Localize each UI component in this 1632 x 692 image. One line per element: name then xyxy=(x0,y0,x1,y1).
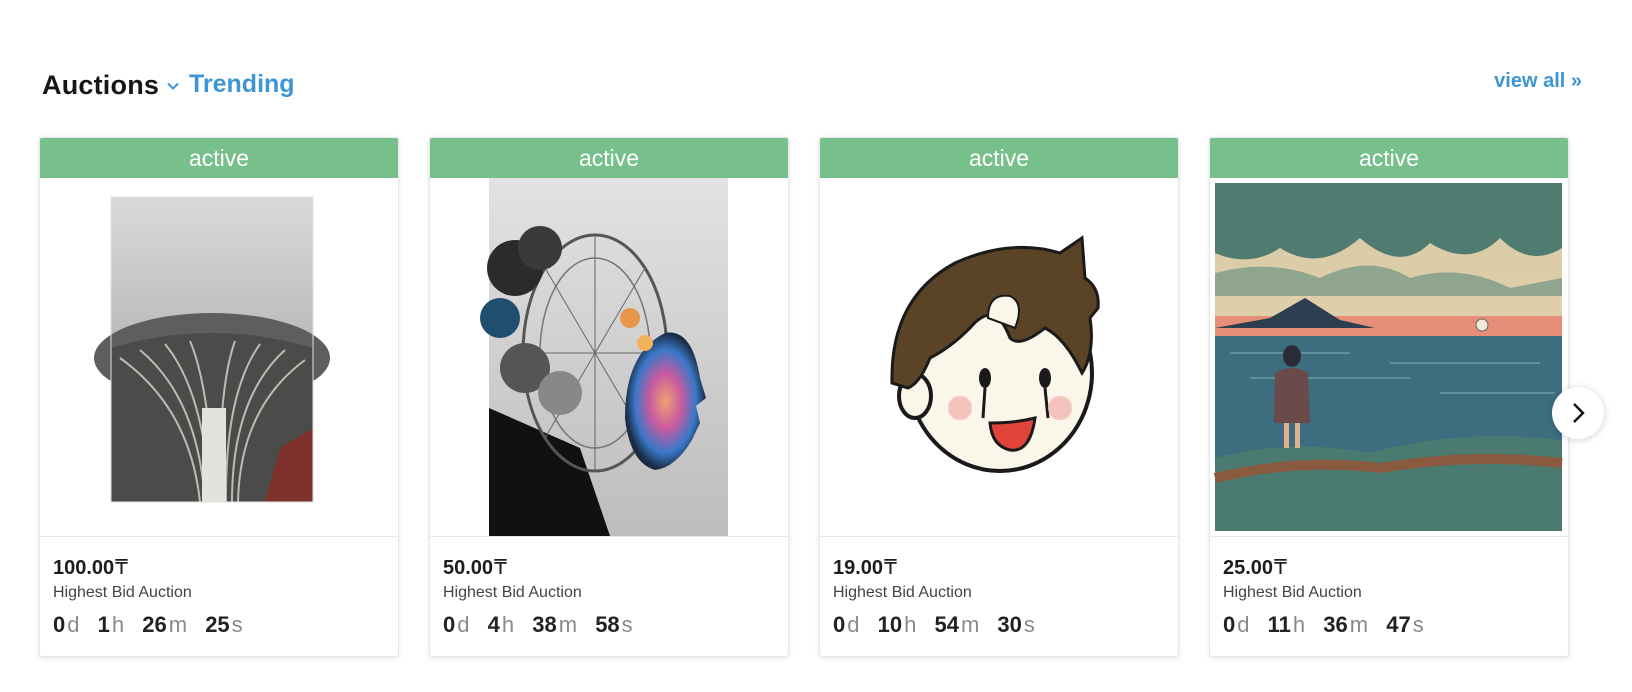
timer-seconds: 25 xyxy=(205,612,230,637)
timer-minutes: 36 xyxy=(1323,612,1348,637)
countdown-timer: 0d 4h 38m 58s xyxy=(443,612,775,638)
timer-hours: 11 xyxy=(1267,612,1291,637)
auctions-header: Auctions Trending view all » xyxy=(42,70,1582,110)
auction-type: Highest Bid Auction xyxy=(53,584,192,601)
status-badge: active xyxy=(1210,138,1568,178)
timer-minutes: 54 xyxy=(934,612,959,637)
card-info: 25.00₸ Highest Bid Auction 0d 11h 36m 47… xyxy=(1210,537,1568,638)
unit-days: d xyxy=(1237,612,1250,637)
status-badge: active xyxy=(40,138,398,178)
auction-type: Highest Bid Auction xyxy=(443,584,582,601)
unit-hours: h xyxy=(904,612,917,637)
timer-days: 0 xyxy=(1223,612,1236,637)
view-all-link[interactable]: view all » xyxy=(1494,70,1582,93)
unit-days: d xyxy=(457,612,470,637)
price: 100.00₸ xyxy=(53,555,385,580)
unit-seconds: s xyxy=(621,612,633,637)
section-title: Auctions xyxy=(42,70,160,100)
unit-days: d xyxy=(847,612,860,637)
timer-minutes: 38 xyxy=(532,612,557,637)
price-value: 25.00 xyxy=(1223,557,1274,579)
auction-carousel: active 100.00₸ Highest Bid Auction 0d 1h… xyxy=(39,137,1579,657)
timer-minutes: 26 xyxy=(142,612,167,637)
countdown-timer: 0d 10h 54m 30s xyxy=(833,612,1165,638)
unit-minutes: m xyxy=(168,612,188,637)
currency-symbol: ₸ xyxy=(115,557,128,579)
price: 50.00₸ xyxy=(443,555,775,580)
timer-days: 0 xyxy=(443,612,456,637)
timer-days: 0 xyxy=(53,612,66,637)
countdown-timer: 0d 1h 26m 25s xyxy=(53,612,385,638)
unit-hours: h xyxy=(1292,612,1306,637)
unit-minutes: m xyxy=(558,612,578,637)
artwork-image[interactable] xyxy=(1210,178,1568,537)
unit-seconds: s xyxy=(231,612,243,637)
trending-filter-label: Trending xyxy=(189,70,295,98)
artwork-image[interactable] xyxy=(430,178,788,537)
timer-hours: 1 xyxy=(97,612,110,637)
spiral-terraces-image xyxy=(40,178,398,536)
card-info: 50.00₸ Highest Bid Auction 0d 4h 38m 58s xyxy=(430,537,788,638)
chevron-down-icon xyxy=(167,82,179,90)
timer-seconds: 47 xyxy=(1386,612,1411,637)
price-value: 100.00 xyxy=(53,557,115,579)
price-value: 19.00 xyxy=(833,557,884,579)
unit-seconds: s xyxy=(1023,612,1035,637)
unit-minutes: m xyxy=(1349,612,1369,637)
auction-type: Highest Bid Auction xyxy=(833,584,972,601)
countdown-timer: 0d 11h 36m 47s xyxy=(1223,612,1555,638)
currency-symbol: ₸ xyxy=(1274,557,1287,579)
timer-seconds: 58 xyxy=(595,612,620,637)
currency-symbol: ₸ xyxy=(494,557,507,579)
unit-hours: h xyxy=(501,612,515,637)
unit-days: d xyxy=(67,612,80,637)
price: 25.00₸ xyxy=(1223,555,1555,580)
auction-card[interactable]: active 19.00₸ Highest Bid Auction 0d 10h… xyxy=(819,137,1179,657)
unit-hours: h xyxy=(111,612,125,637)
trending-filter-dropdown[interactable]: Trending xyxy=(166,70,295,99)
carousel-next-button[interactable] xyxy=(1552,387,1604,439)
auction-card[interactable]: active xyxy=(1209,137,1569,657)
card-info: 100.00₸ Highest Bid Auction 0d 1h 26m 25… xyxy=(40,537,398,638)
ferris-wheel-face-image xyxy=(430,178,788,536)
price: 19.00₸ xyxy=(833,555,1165,580)
timer-hours: 10 xyxy=(877,612,903,637)
unit-minutes: m xyxy=(960,612,980,637)
auction-card[interactable]: active xyxy=(429,137,789,657)
status-badge: active xyxy=(430,138,788,178)
auction-card[interactable]: active xyxy=(39,137,399,657)
card-info: 19.00₸ Highest Bid Auction 0d 10h 54m 30… xyxy=(820,537,1178,638)
timer-days: 0 xyxy=(833,612,846,637)
artwork-image[interactable] xyxy=(820,178,1178,537)
auction-type: Highest Bid Auction xyxy=(1223,584,1362,601)
seaside-sunset-image xyxy=(1210,178,1568,536)
artwork-image[interactable] xyxy=(40,178,398,537)
currency-symbol: ₸ xyxy=(884,557,897,579)
chevron-right-icon xyxy=(1573,403,1585,423)
status-badge: active xyxy=(820,138,1178,178)
price-value: 50.00 xyxy=(443,557,494,579)
unit-seconds: s xyxy=(1412,612,1424,637)
cartoon-face-image xyxy=(820,178,1178,536)
timer-seconds: 30 xyxy=(997,612,1022,637)
timer-hours: 4 xyxy=(487,612,500,637)
